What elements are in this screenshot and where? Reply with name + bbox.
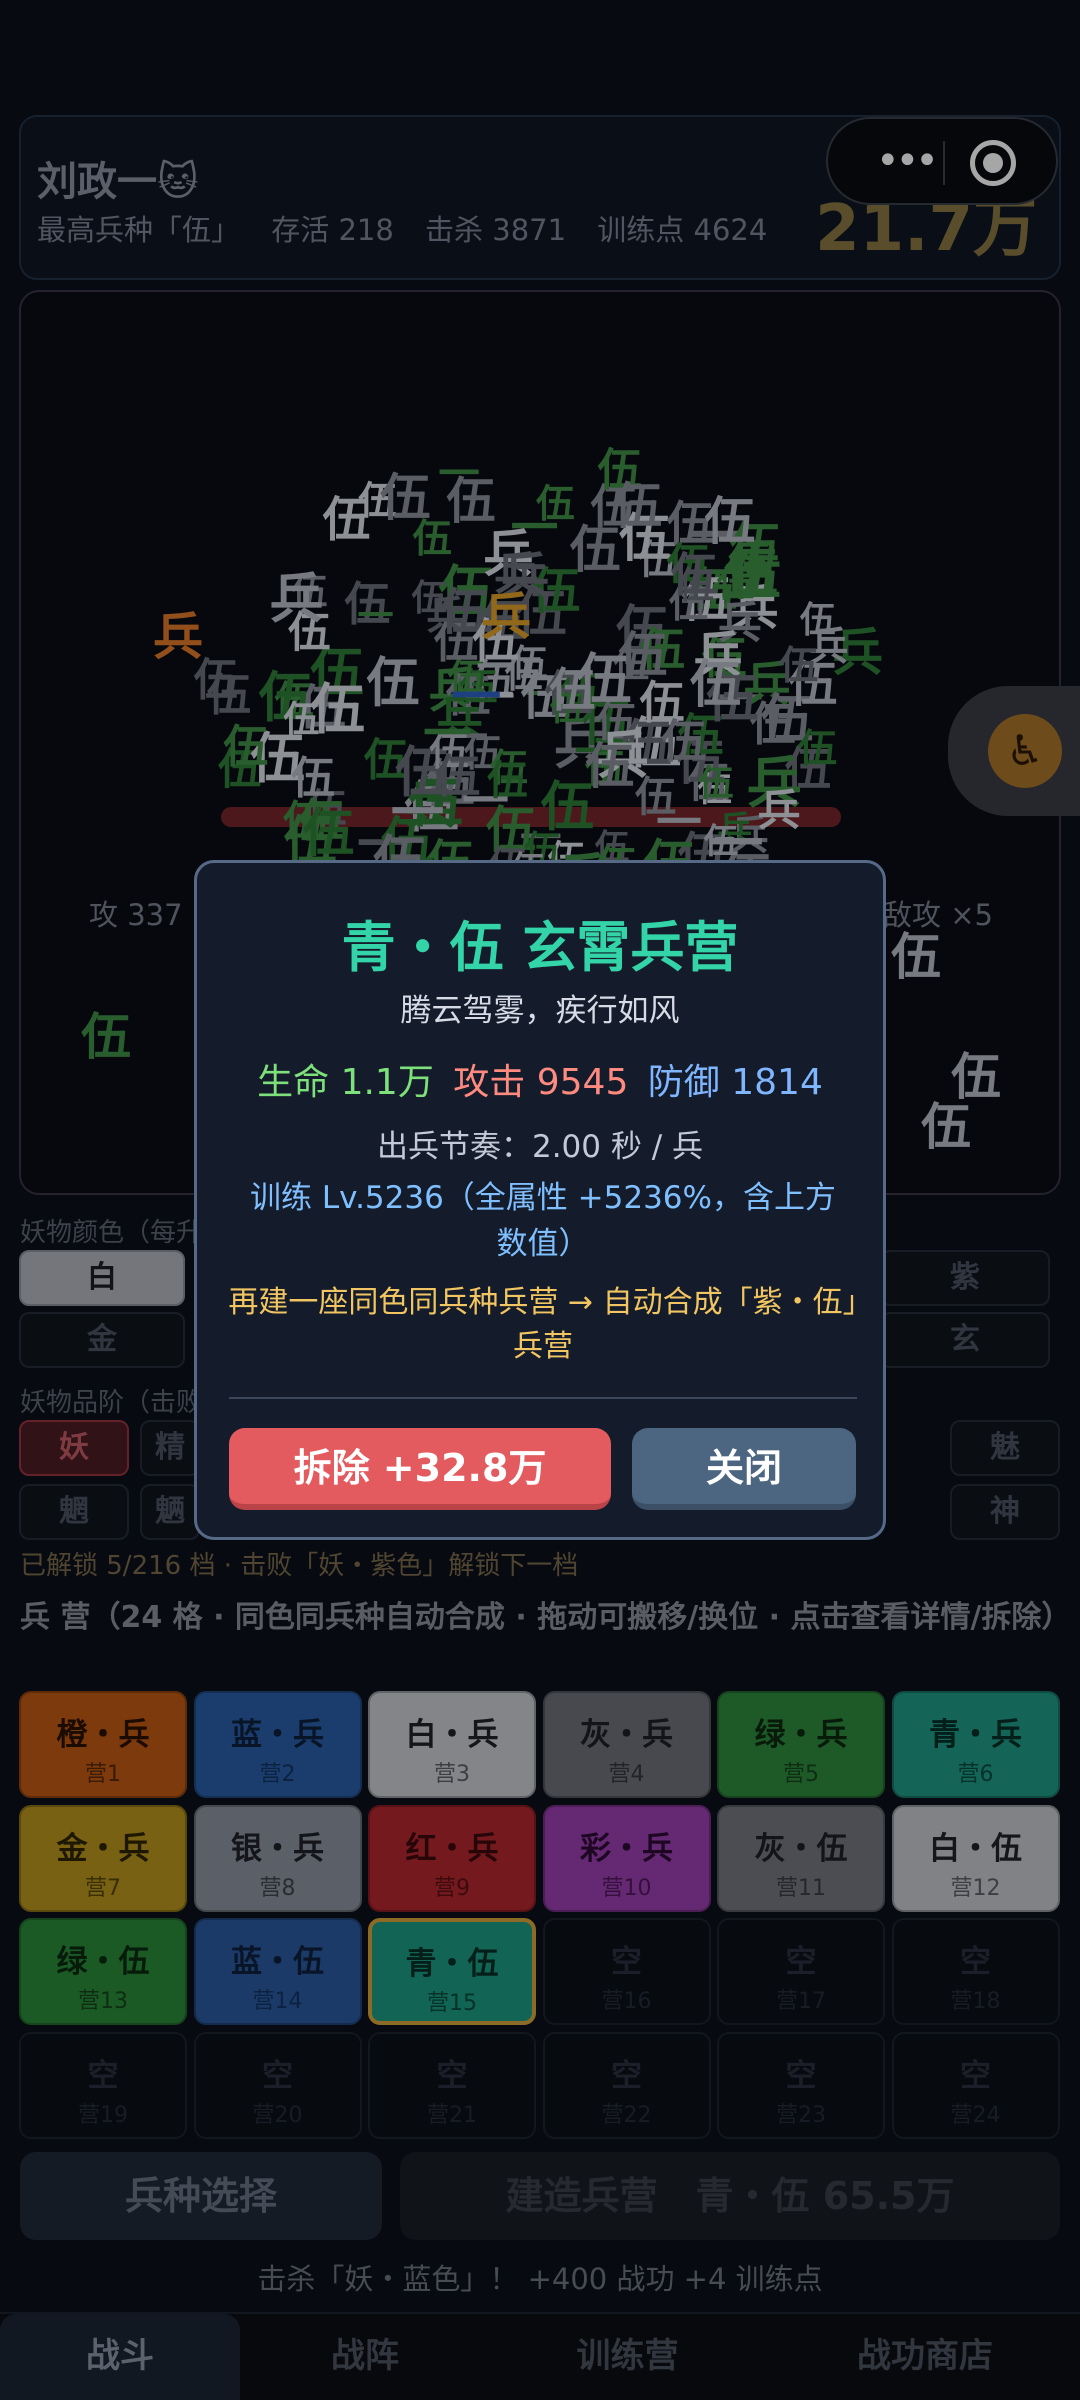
modal-subtitle: 腾云驾雾，疾行如风 <box>400 993 680 1029</box>
stat-hp: 生命 1.1万 <box>257 1062 434 1103</box>
app-root: 刘政一🐱 最高兵种「伍」 存活 218 击杀 3871 训练点 4624 功 2… <box>0 0 1080 2400</box>
demolish-button[interactable]: 拆除 +32.8万 <box>229 1428 611 1510</box>
modal-stats: 生命 1.1万 攻击 9545 防御 1814 <box>197 1053 883 1105</box>
modal-divider <box>229 1397 857 1399</box>
barracks-detail-modal: 青・伍 玄霄兵营 腾云驾雾，疾行如风 生命 1.1万 攻击 9545 防御 18… <box>194 860 886 1540</box>
modal-title: 青・伍 玄霄兵营 <box>341 916 739 979</box>
training-level: 训练 Lv.5236（全属性 +5236%，含上方数值） <box>250 1180 836 1262</box>
stat-attack: 攻击 9545 <box>453 1062 629 1103</box>
merge-hint: 再建一座同色同兵种兵营 → 自动合成「紫・伍」兵营 <box>228 1285 858 1364</box>
stat-defense: 防御 1814 <box>647 1062 823 1103</box>
spawn-rate: 出兵节奏：2.00 秒 / 兵 <box>376 1129 704 1165</box>
close-button[interactable]: 关闭 <box>632 1428 856 1510</box>
